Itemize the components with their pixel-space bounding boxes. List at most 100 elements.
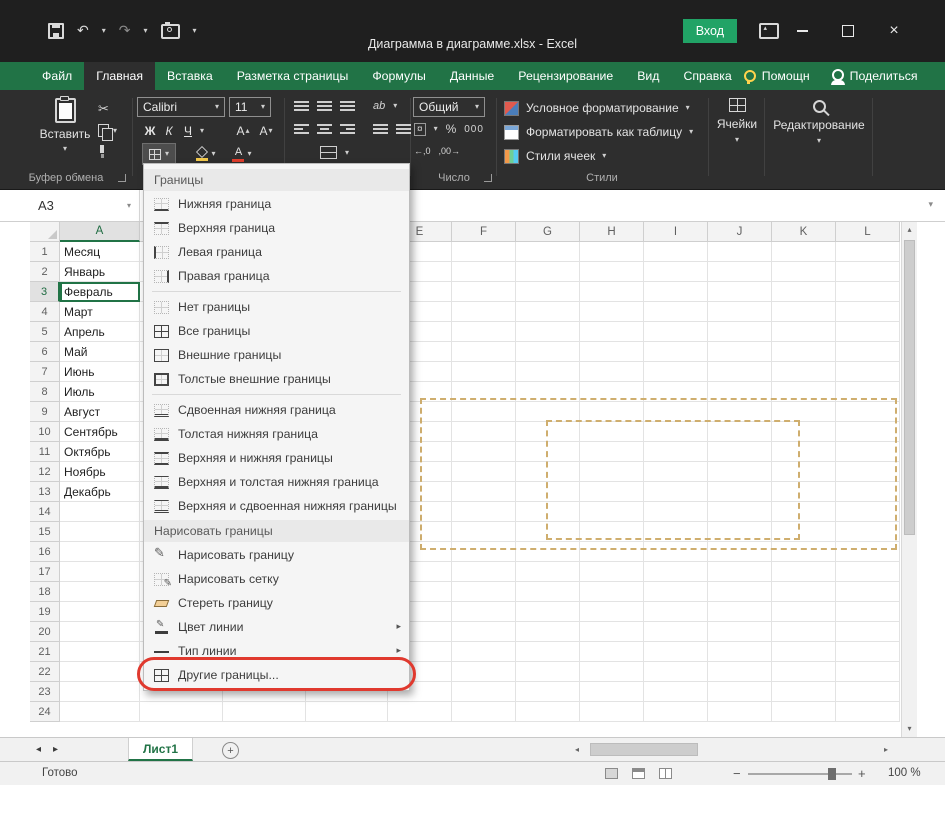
cell-G11[interactable]	[516, 442, 580, 462]
menu-item[interactable]: Стереть границу	[144, 591, 409, 615]
cell-A8[interactable]: Июль	[60, 382, 140, 402]
scroll-down-icon[interactable]: ▾	[902, 721, 917, 737]
cell-F12[interactable]	[452, 462, 516, 482]
cell-A13[interactable]: Декабрь	[60, 482, 140, 502]
undo-dropdown-icon[interactable]: ▾	[102, 27, 106, 35]
cut-button[interactable]: ✂	[98, 102, 109, 117]
cell-A1[interactable]: Месяц	[60, 242, 140, 262]
percent-style-button[interactable]: %	[446, 122, 457, 136]
cell-I10[interactable]	[644, 422, 708, 442]
cell-I5[interactable]	[644, 322, 708, 342]
scroll-up-icon[interactable]: ▴	[902, 222, 917, 238]
scroll-left-icon[interactable]: ◂	[570, 741, 584, 758]
cell-A11[interactable]: Октябрь	[60, 442, 140, 462]
cell-L20[interactable]	[836, 622, 900, 642]
menu-item[interactable]: Верхняя и толстая нижняя граница	[144, 470, 409, 494]
tab-Разметка страницы[interactable]: Разметка страницы	[225, 62, 361, 90]
menu-item[interactable]: Сдвоенная нижняя граница	[144, 398, 409, 422]
row-header-24[interactable]: 24	[30, 702, 60, 722]
cell-F19[interactable]	[452, 602, 516, 622]
cell-I7[interactable]	[644, 362, 708, 382]
cell-L14[interactable]	[836, 502, 900, 522]
cell-A9[interactable]: Август	[60, 402, 140, 422]
cell-G23[interactable]	[516, 682, 580, 702]
cell-H11[interactable]	[580, 442, 644, 462]
cell-J2[interactable]	[708, 262, 772, 282]
cell-K20[interactable]	[772, 622, 836, 642]
cell-A12[interactable]: Ноябрь	[60, 462, 140, 482]
row-header-2[interactable]: 2	[30, 262, 60, 282]
paste-button[interactable]: Вставить ▾	[38, 98, 92, 170]
row-header-17[interactable]: 17	[30, 562, 60, 582]
cell-F1[interactable]	[452, 242, 516, 262]
zoom-out-icon[interactable]: −	[733, 766, 741, 781]
row-header-12[interactable]: 12	[30, 462, 60, 482]
minimize-button[interactable]	[779, 0, 825, 62]
cell-G4[interactable]	[516, 302, 580, 322]
cell-K7[interactable]	[772, 362, 836, 382]
cell-H18[interactable]	[580, 582, 644, 602]
cell-I6[interactable]	[644, 342, 708, 362]
cell-J20[interactable]	[708, 622, 772, 642]
page-break-view-icon[interactable]	[659, 768, 672, 779]
cell-K11[interactable]	[772, 442, 836, 462]
row-header-9[interactable]: 9	[30, 402, 60, 422]
sign-in-button[interactable]: Вход	[683, 19, 737, 43]
cell-F18[interactable]	[452, 582, 516, 602]
cell-K17[interactable]	[772, 562, 836, 582]
cell-A4[interactable]: Март	[60, 302, 140, 322]
cell-L6[interactable]	[836, 342, 900, 362]
column-header-A[interactable]: A	[60, 222, 140, 242]
cell-A14[interactable]	[60, 502, 140, 522]
zoom-level-label[interactable]: 100 %	[888, 767, 921, 779]
cell-F5[interactable]	[452, 322, 516, 342]
cell-F21[interactable]	[452, 642, 516, 662]
cell-G15[interactable]	[516, 522, 580, 542]
cell-H9[interactable]	[580, 402, 644, 422]
row-header-7[interactable]: 7	[30, 362, 60, 382]
add-sheet-button[interactable]: +	[222, 742, 239, 759]
cell-K10[interactable]	[772, 422, 836, 442]
menu-item[interactable]: Цвет линии▸	[144, 615, 409, 639]
cell-F14[interactable]	[452, 502, 516, 522]
cell-G3[interactable]	[516, 282, 580, 302]
cell-J5[interactable]	[708, 322, 772, 342]
row-header-19[interactable]: 19	[30, 602, 60, 622]
horizontal-scroll-thumb[interactable]	[590, 743, 698, 756]
cell-A21[interactable]	[60, 642, 140, 662]
page-layout-view-icon[interactable]	[632, 768, 645, 779]
cell-H5[interactable]	[580, 322, 644, 342]
cell-I4[interactable]	[644, 302, 708, 322]
cell-G14[interactable]	[516, 502, 580, 522]
cell-H19[interactable]	[580, 602, 644, 622]
cell-I8[interactable]	[644, 382, 708, 402]
align-bottom-icon[interactable]	[340, 99, 355, 113]
cell-G16[interactable]	[516, 542, 580, 562]
row-header-8[interactable]: 8	[30, 382, 60, 402]
cell-F2[interactable]	[452, 262, 516, 282]
cell-A2[interactable]: Январь	[60, 262, 140, 282]
cell-F17[interactable]	[452, 562, 516, 582]
cell-G1[interactable]	[516, 242, 580, 262]
cell-L10[interactable]	[836, 422, 900, 442]
cell-L16[interactable]	[836, 542, 900, 562]
tab-Рецензирование[interactable]: Рецензирование	[506, 62, 625, 90]
cell-K23[interactable]	[772, 682, 836, 702]
sheet-next-icon[interactable]: ▸	[53, 744, 58, 755]
menu-item[interactable]: Правая граница	[144, 264, 409, 288]
cell-I16[interactable]	[644, 542, 708, 562]
undo-icon[interactable]: ↶	[77, 24, 89, 38]
cell-J9[interactable]	[708, 402, 772, 422]
cell-F4[interactable]	[452, 302, 516, 322]
select-all-corner[interactable]	[30, 222, 60, 242]
cell-J19[interactable]	[708, 602, 772, 622]
cell-K1[interactable]	[772, 242, 836, 262]
cell-F9[interactable]	[452, 402, 516, 422]
cell-H14[interactable]	[580, 502, 644, 522]
cell-L13[interactable]	[836, 482, 900, 502]
format-painter-button[interactable]	[100, 145, 104, 153]
cell-J7[interactable]	[708, 362, 772, 382]
comma-style-button[interactable]: 000	[464, 124, 484, 135]
cell-A24[interactable]	[60, 702, 140, 722]
decrease-decimal-icon[interactable]: ,00→	[439, 146, 461, 156]
